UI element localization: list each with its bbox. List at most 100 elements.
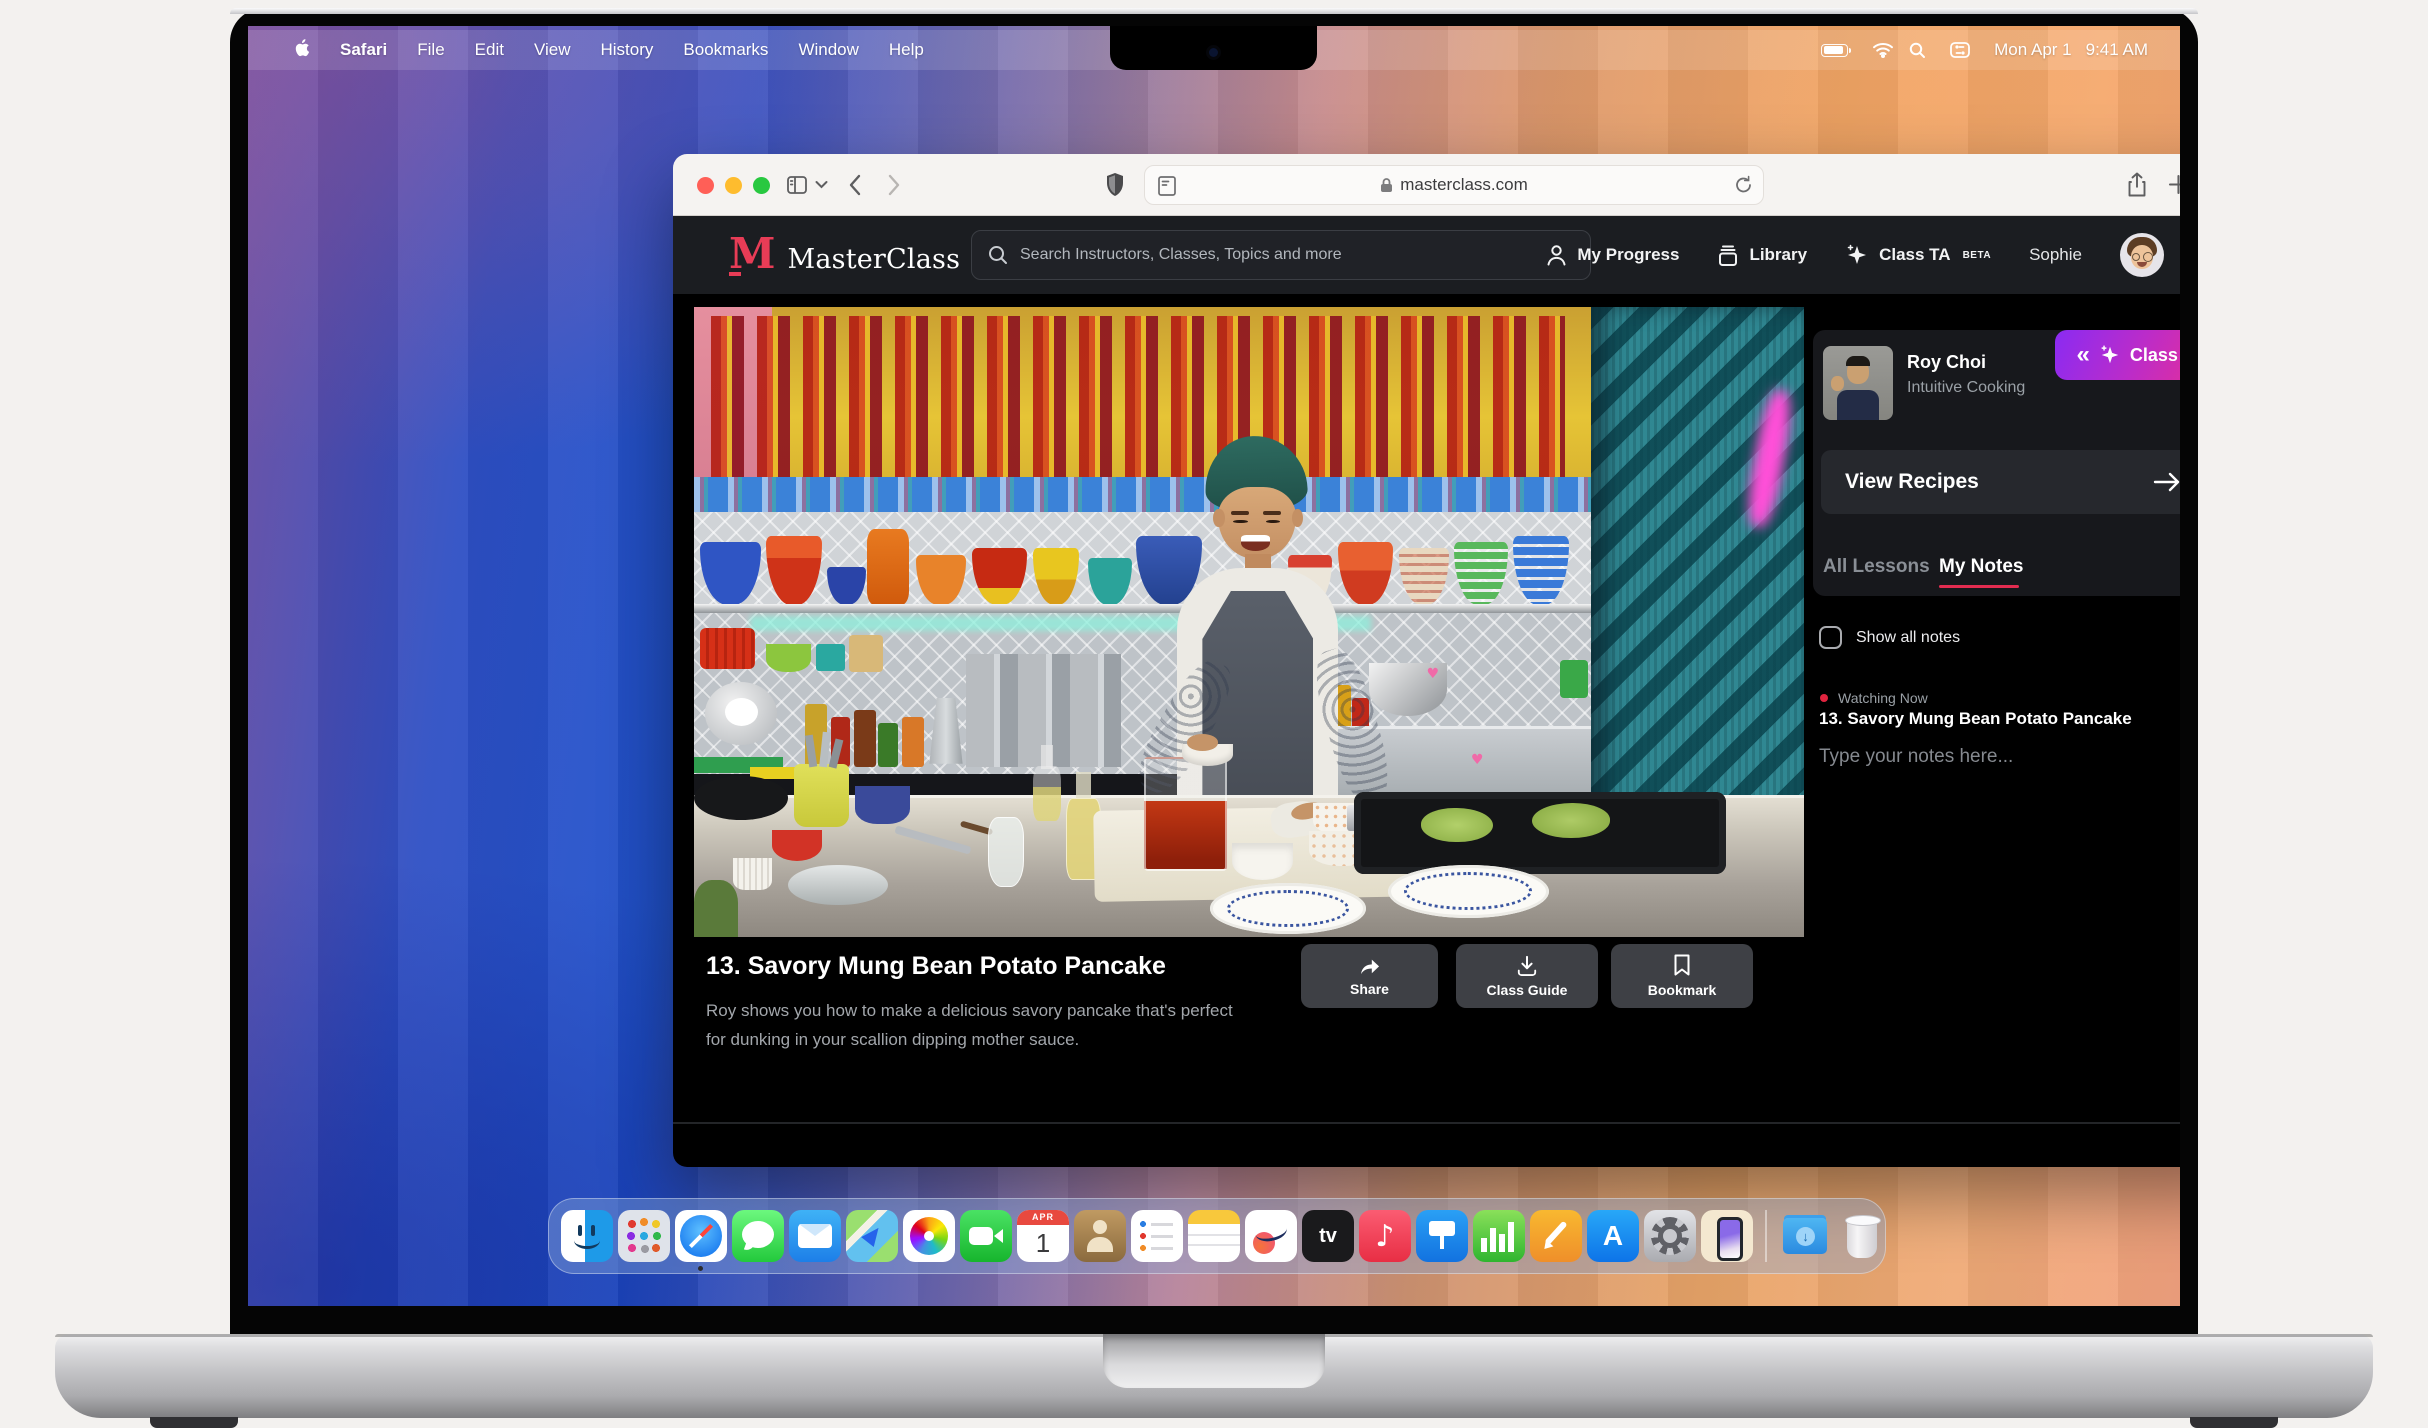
display-notch [1110, 26, 1317, 70]
dock-icon-calendar[interactable]: APR 1 [1017, 1210, 1069, 1262]
dock-icon-reminders[interactable] [1131, 1210, 1183, 1262]
menubar-item-help[interactable]: Help [874, 40, 939, 60]
show-all-notes-checkbox[interactable] [1819, 626, 1842, 649]
masterclass-header: M MasterClass My Progress Library [673, 216, 2180, 294]
class-ta-toggle-button[interactable]: Class TA [2055, 330, 2180, 380]
menubar-time[interactable]: 9:41 AM [2086, 40, 2148, 60]
lesson-description: Roy shows you how to make a delicious sa… [706, 996, 1236, 1054]
laptop-base [55, 1334, 2373, 1418]
new-tab-icon[interactable] [2168, 174, 2180, 195]
video-cruet [1033, 766, 1062, 821]
menubar-item-edit[interactable]: Edit [460, 40, 519, 60]
menubar-item-file[interactable]: File [402, 40, 459, 60]
dock-icon-tv[interactable] [1302, 1210, 1354, 1262]
dock-icon-freeform[interactable] [1245, 1210, 1297, 1262]
content-divider [673, 1122, 2180, 1124]
video-sauce-bottles [711, 316, 1566, 477]
current-lesson-title: 13. Savory Mung Bean Potato Pancake [1819, 709, 2132, 729]
collapse-icon [2076, 343, 2089, 367]
wifi-icon[interactable] [1872, 42, 1885, 58]
dock-icon-notes[interactable] [1188, 1210, 1240, 1262]
menubar-item-view[interactable]: View [519, 40, 586, 60]
dock-icon-mail[interactable] [789, 1210, 841, 1262]
class-guide-button[interactable]: Class Guide [1456, 944, 1598, 1008]
menubar-item-history[interactable]: History [586, 40, 669, 60]
close-button[interactable] [697, 177, 714, 194]
masterclass-logo-word: MasterClass [788, 244, 961, 275]
search-input[interactable] [1020, 246, 1574, 264]
menubar-item-bookmarks[interactable]: Bookmarks [668, 40, 783, 60]
menubar-item-window[interactable]: Window [783, 40, 873, 60]
forward-icon[interactable] [888, 174, 901, 196]
tab-all-lessons[interactable]: All Lessons [1823, 556, 1930, 578]
share-button[interactable]: Share [1301, 944, 1438, 1008]
dock-icon-pages[interactable] [1530, 1210, 1582, 1262]
masterclass-logo[interactable]: M MasterClass [729, 234, 960, 275]
menubar-app-name[interactable]: Safari [325, 40, 402, 60]
video-shelf-bar [694, 604, 1593, 613]
dock-icon-system-settings[interactable] [1644, 1210, 1696, 1262]
sidebar-icon[interactable] [785, 173, 809, 197]
dock-icon-facetime[interactable] [960, 1210, 1012, 1262]
menubar-date[interactable]: Mon Apr 1 [1994, 40, 2072, 60]
share-icon[interactable] [2127, 172, 2147, 198]
apple-menu-icon[interactable] [278, 38, 325, 63]
calendar-day: 1 [1017, 1225, 1069, 1262]
address-bar[interactable]: masterclass.com [1144, 165, 1764, 205]
dock-icon-safari[interactable] [675, 1210, 727, 1262]
nav-my-progress[interactable]: My Progress [1546, 244, 1679, 266]
video-roy-ear [1213, 509, 1224, 528]
dock-icon-numbers[interactable] [1473, 1210, 1525, 1262]
zoom-button[interactable] [753, 177, 770, 194]
tab-my-notes[interactable]: My Notes [1939, 556, 2023, 578]
lock-icon [1380, 177, 1393, 193]
dock-icon-downloads[interactable] [1779, 1210, 1831, 1262]
video-red-prep-bowl [772, 830, 822, 862]
video-player[interactable] [694, 307, 1804, 937]
nav-library[interactable]: Library [1717, 244, 1807, 267]
video-heart-sticker [1471, 751, 1484, 769]
nav-class-ta[interactable]: Class TABETA [1845, 243, 1991, 267]
sparkle-icon [1845, 243, 1869, 267]
dock-icon-launchpad[interactable] [618, 1210, 670, 1262]
video-herb-bowl [694, 880, 738, 937]
dock-icon-maps[interactable] [846, 1210, 898, 1262]
dock-icon-app-store[interactable] [1587, 1210, 1639, 1262]
instructor-name: Roy Choi [1907, 352, 1986, 373]
dock-icon-messages[interactable] [732, 1210, 784, 1262]
video-utensil-crock [794, 764, 850, 827]
back-icon[interactable] [848, 174, 861, 196]
battery-icon[interactable] [1821, 44, 1848, 57]
privacy-shield-icon[interactable] [1105, 172, 1125, 198]
video-jar [849, 635, 882, 673]
dock-icon-photos[interactable] [903, 1210, 955, 1262]
reload-icon[interactable] [1735, 175, 1753, 200]
chevron-down-icon[interactable] [815, 180, 828, 189]
view-recipes-button[interactable]: View Recipes [1821, 450, 2180, 514]
instructor-thumbnail[interactable] [1823, 346, 1893, 420]
bookmark-button[interactable]: Bookmark [1611, 944, 1753, 1008]
dock-divider [1765, 1210, 1767, 1262]
avatar[interactable] [2120, 233, 2164, 277]
spotlight-icon[interactable] [1909, 42, 1926, 59]
dock-icon-trash[interactable] [1836, 1210, 1888, 1262]
control-center-icon[interactable] [1950, 42, 1970, 58]
search-bar[interactable] [971, 230, 1591, 280]
dock-icon-finder[interactable] [561, 1210, 613, 1262]
masterclass-page-body: Roy Choi Intuitive Cooking View Recipes … [673, 294, 2180, 1167]
video-roy-brow [1231, 511, 1249, 515]
video-bottle [878, 723, 898, 767]
dock-icon-contacts[interactable] [1074, 1210, 1126, 1262]
video-red-basket [700, 628, 756, 669]
user-name[interactable]: Sophie [2029, 245, 2082, 265]
page-settings-icon[interactable] [1157, 175, 1177, 202]
notes-input[interactable] [1819, 746, 2180, 866]
dock: APR 1 [548, 1198, 1886, 1274]
minimize-button[interactable] [725, 177, 742, 194]
dock-icon-music[interactable] [1359, 1210, 1411, 1262]
video-bottle [854, 710, 876, 767]
active-tab-underline [1939, 585, 2019, 588]
watching-dot [1820, 694, 1828, 702]
dock-icon-keynote[interactable] [1416, 1210, 1468, 1262]
dock-icon-iphone-mirroring[interactable] [1701, 1210, 1753, 1262]
